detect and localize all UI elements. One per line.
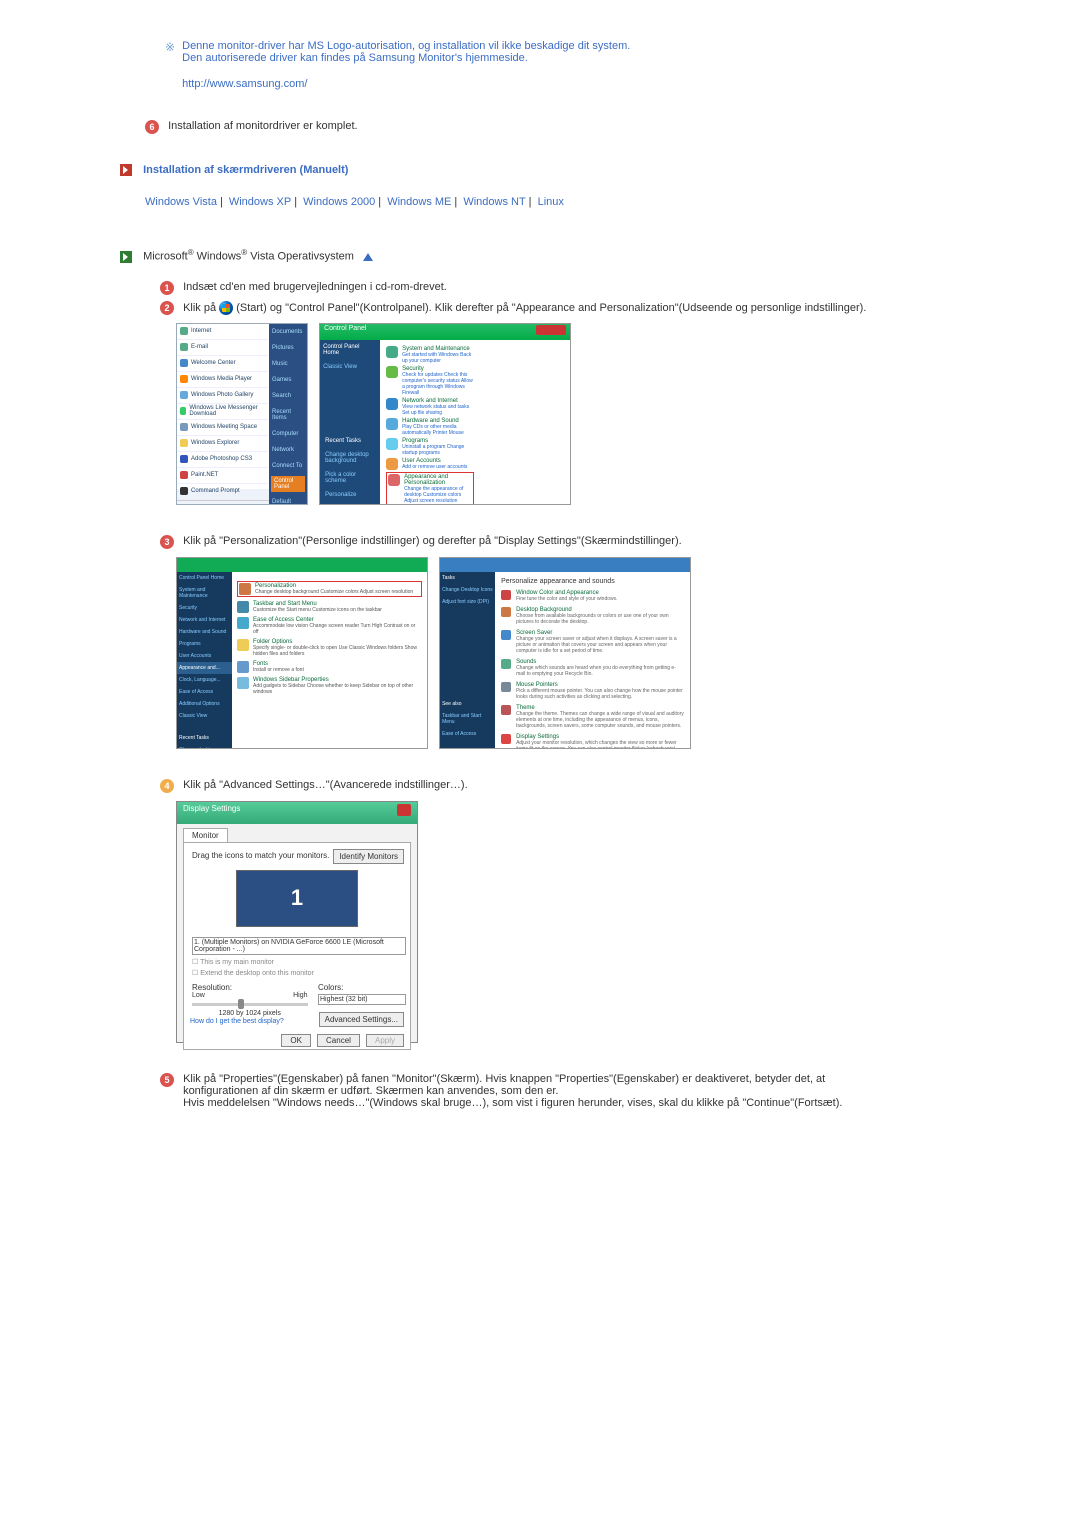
personalization-highlight: PersonalizationChange desktop background…	[237, 581, 422, 597]
cancel-button[interactable]: Cancel	[317, 1034, 360, 1047]
step-4-num: 4	[160, 779, 174, 793]
ok-button[interactable]: OK	[281, 1034, 311, 1047]
manual-install-header: Installation af skærmdriveren (Manuelt)	[120, 164, 960, 176]
step-6-bullet: 6	[145, 120, 159, 134]
screenshot-row-1: Internet E-mail Welcome Center Windows M…	[176, 323, 960, 505]
start-menu-left: Internet E-mail Welcome Center Windows M…	[177, 324, 269, 489]
start-orb-icon	[219, 301, 233, 315]
advanced-settings-button[interactable]: Advanced Settings...	[319, 1012, 404, 1027]
main-monitor-checkbox: ☐ This is my main monitor	[192, 958, 402, 966]
start-menu-screenshot: Internet E-mail Welcome Center Windows M…	[176, 323, 308, 505]
step-5-num: 5	[160, 1073, 174, 1087]
step-6-row: 6 Installation af monitordriver er kompl…	[145, 120, 960, 134]
link-xp[interactable]: Windows XP	[229, 196, 291, 208]
note-line-1: Denne monitor-driver har MS Logo-autoris…	[182, 40, 630, 52]
note-line-2: Den autoriserede driver kan findes på Sa…	[182, 52, 528, 64]
step-5-text: Klik på "Properties"(Egenskaber) på fane…	[183, 1073, 893, 1109]
step-2-text: Klik på (Start) og "Control Panel"(Kontr…	[183, 301, 893, 315]
green-arrow-icon	[120, 251, 132, 263]
link-2000[interactable]: Windows 2000	[303, 196, 375, 208]
os-links-row: Windows Vista| Windows XP| Windows 2000|…	[145, 196, 960, 208]
link-linux[interactable]: Linux	[538, 196, 564, 208]
monitor-select[interactable]: 1. (Multiple Monitors) on NVIDIA GeForce…	[192, 937, 406, 955]
dialog-title: Display Settings	[183, 804, 240, 822]
step-3-text: Klik på "Personalization"(Personlige ind…	[183, 535, 893, 547]
link-me[interactable]: Windows ME	[387, 196, 451, 208]
control-panel-highlight: Control Panel	[271, 476, 305, 492]
os-title-mid: Windows	[194, 251, 242, 263]
display-settings-dialog: Display Settings Monitor Drag the icons …	[176, 801, 418, 1043]
monitor-tab[interactable]: Monitor	[183, 828, 228, 842]
extend-desktop-checkbox: ☐ Extend the desktop onto this monitor	[192, 969, 402, 977]
step-6-text: Installation af monitordriver er komplet…	[168, 120, 898, 132]
screenshot-row-2: Control Panel HomeSystem and Maintenance…	[176, 557, 960, 749]
step-4-row: 4 Klik på "Advanced Settings…"(Avancered…	[160, 779, 960, 793]
step-3-num: 3	[160, 535, 174, 549]
manual-header-label: Installation af skærmdriveren (Manuelt)	[143, 164, 348, 176]
step-1-text: Indsæt cd'en med brugervejledningen i cd…	[183, 281, 893, 293]
note-text: Denne monitor-driver har MS Logo-autoris…	[182, 40, 882, 90]
start-menu-right: Documents Pictures Music Games Search Re…	[269, 324, 307, 504]
samsung-link[interactable]: http://www.samsung.com/	[182, 78, 882, 90]
authorization-note: ※ Denne monitor-driver har MS Logo-autor…	[165, 40, 960, 90]
appearance-highlight: Appearance and PersonalizationChange the…	[386, 472, 474, 505]
step-2-row: 2 Klik på (Start) og "Control Panel"(Kon…	[160, 301, 960, 315]
screenshot-row-3: Display Settings Monitor Drag the icons …	[176, 801, 960, 1043]
personalization-screenshot: Tasks Change Desktop Icons Adjust font s…	[439, 557, 691, 749]
apply-button: Apply	[366, 1034, 404, 1047]
best-display-link[interactable]: How do I get the best display?	[190, 1018, 284, 1025]
step-4-text: Klik på "Advanced Settings…"(Avancerede …	[183, 779, 893, 791]
close-icon[interactable]	[397, 804, 411, 816]
step-1-row: 1 Indsæt cd'en med brugervejledningen i …	[160, 281, 960, 295]
step-3-row: 3 Klik på "Personalization"(Personlige i…	[160, 535, 960, 549]
step-5-row: 5 Klik på "Properties"(Egenskaber) på fa…	[160, 1073, 960, 1109]
control-panel-screenshot: Control Panel Control Panel Home Classic…	[319, 323, 571, 505]
step-1-num: 1	[160, 281, 174, 295]
note-symbol: ※	[165, 40, 175, 54]
colors-select[interactable]: Highest (32 bit)	[318, 994, 406, 1005]
os-title-post: Vista Operativsystem	[247, 251, 354, 263]
resolution-slider[interactable]	[192, 1003, 308, 1006]
arrow-icon	[120, 164, 132, 176]
link-vista[interactable]: Windows Vista	[145, 196, 217, 208]
os-title-pre: Microsoft	[143, 251, 188, 263]
step-2-num: 2	[160, 301, 174, 315]
appearance-screenshot: Control Panel HomeSystem and Maintenance…	[176, 557, 428, 749]
resolution-label: Resolution:	[192, 983, 308, 992]
monitor-preview: 1	[236, 870, 358, 927]
link-nt[interactable]: Windows NT	[463, 196, 525, 208]
vista-section-title: Microsoft® Windows® Vista Operativsystem	[120, 248, 960, 263]
colors-label: Colors:	[318, 983, 402, 992]
collapse-icon[interactable]	[363, 253, 373, 261]
resolution-value: 1280 by 1024 pixels	[192, 1010, 308, 1017]
identify-monitors-button[interactable]: Identify Monitors	[333, 849, 404, 864]
